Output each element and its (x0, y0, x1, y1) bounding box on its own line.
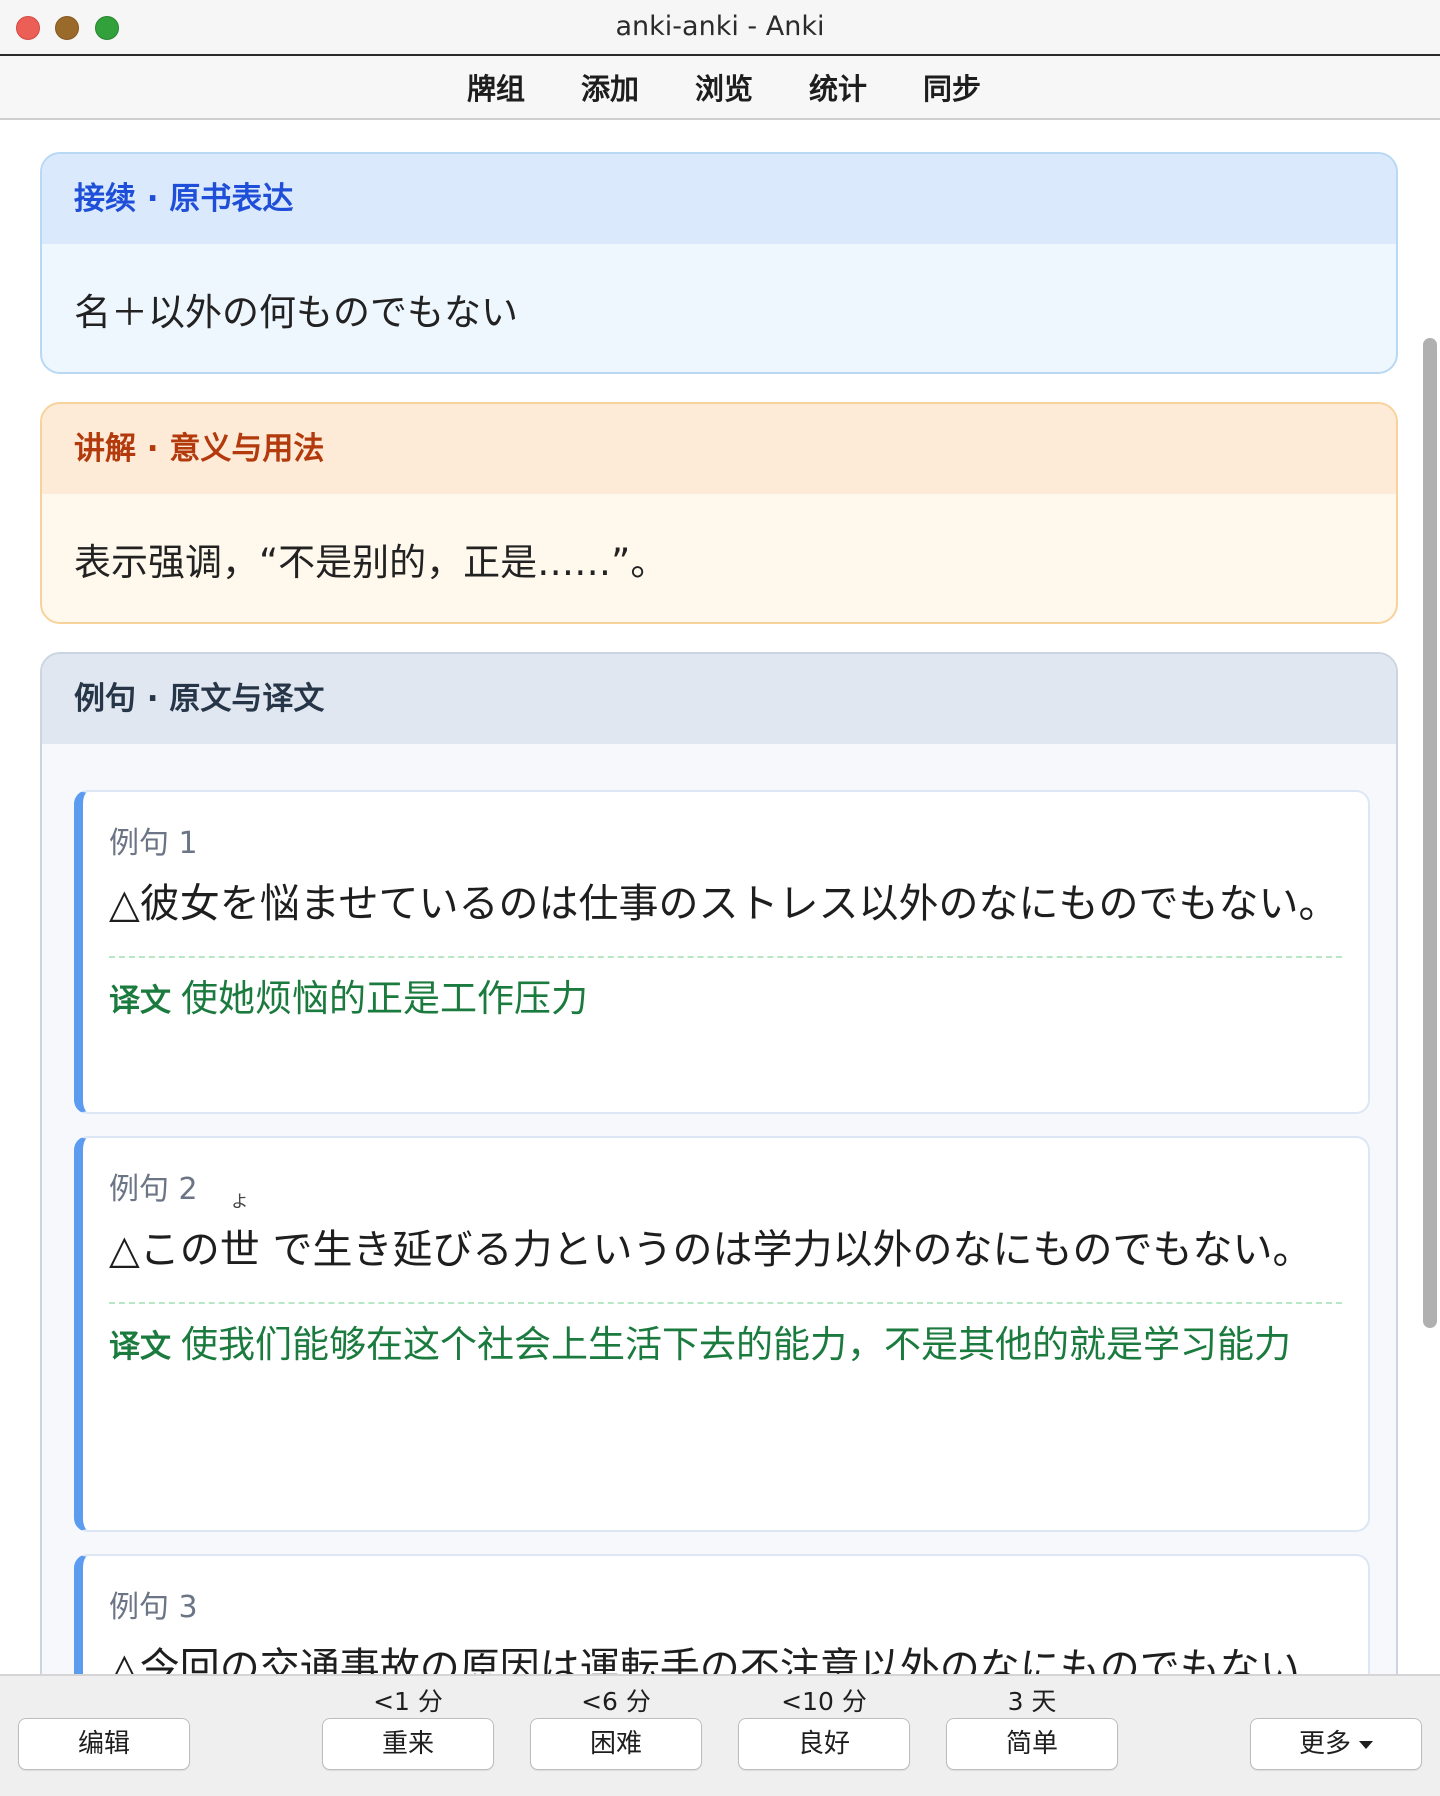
more-button[interactable]: 更多 (1250, 1718, 1422, 1770)
example-divider (109, 956, 1342, 958)
example-japanese-prefix: △この (109, 1227, 220, 1273)
toolbar-sync-link[interactable]: 同步 (923, 66, 981, 108)
explanation-card: 讲解 · 意义与用法 表示强调，“不是别的，正是……”。 (40, 402, 1398, 624)
example-translation: 译文 使我们能够在这个社会上生活下去的能力，不是其他的就是学习能力 (109, 1314, 1342, 1378)
chevron-down-icon (1359, 1740, 1373, 1749)
scrollbar-thumb[interactable] (1423, 338, 1437, 1328)
toolbar-nav: 牌组 添加 浏览 统计 同步 (0, 56, 1440, 118)
again-interval: <1 分 (373, 1687, 443, 1716)
furigana-base: 世 (219, 1227, 260, 1273)
example-item: 例句 2 △このよ世 で生き延びる力というのは学力以外のなにものでもない。 译文… (74, 1136, 1370, 1532)
answer-bar: <1 分 <6 分 <10 分 3 天 编辑 重来 困难 良好 简单 更多 (0, 1674, 1440, 1796)
hard-button[interactable]: 困难 (530, 1718, 702, 1770)
again-button[interactable]: 重来 (322, 1718, 494, 1770)
furigana-reading: よ (231, 1192, 249, 1212)
main-toolbar: 牌组 添加 浏览 统计 同步 (0, 56, 1440, 120)
furigana-word: よ世 (219, 1192, 260, 1286)
example-label: 例句 1 (109, 826, 198, 861)
toolbar-browse-link[interactable]: 浏览 (695, 66, 753, 108)
easy-interval: 3 天 (1007, 1687, 1057, 1716)
example-japanese: △今回の交通事故の原因は運転手の不注意以外のなにものでもない (109, 1645, 1300, 1674)
explanation-card-title: 讲解 · 意义与用法 (42, 404, 1396, 494)
edit-button[interactable]: 编辑 (18, 1718, 190, 1770)
example-label: 例句 2 (109, 1172, 198, 1207)
good-interval: <10 分 (781, 1687, 867, 1716)
example-item: 例句 1 △彼女を悩ませているのは仕事のストレス以外のなにものでもない。 译文使… (74, 790, 1370, 1114)
examples-card-title: 例句 · 原文与译文 (42, 654, 1396, 744)
more-button-label: 更多 (1298, 1729, 1351, 1759)
hard-interval: <6 分 (581, 1687, 651, 1716)
example-item: 例句 3 △今回の交通事故の原因は運転手の不注意以外のなにものでもない (74, 1554, 1370, 1674)
example-japanese: △彼女を悩ませているのは仕事のストレス以外のなにものでもない。 (109, 881, 1339, 927)
toolbar-add-link[interactable]: 添加 (581, 66, 639, 108)
explanation-card-content: 表示强调，“不是别的，正是……”。 (74, 541, 668, 584)
toolbar-stats-link[interactable]: 统计 (809, 66, 867, 108)
connection-card-content: 名＋以外の何ものでもない (74, 291, 518, 334)
example-divider (109, 1302, 1342, 1304)
card-reviewer: 接续 · 原书表达 名＋以外の何ものでもない 讲解 · 意义与用法 表示强调，“… (0, 122, 1420, 1674)
example-japanese: △このよ世 で生き延びる力というのは学力以外のなにものでもない。 (109, 1192, 1342, 1286)
example-label: 例句 3 (109, 1590, 198, 1625)
translation-tag: 译文 (109, 1329, 171, 1365)
content-scrollbar[interactable] (1420, 122, 1440, 1674)
translation-text: 使我们能够在这个社会上生活下去的能力，不是其他的就是学习能力 (181, 1323, 1291, 1366)
example-japanese-suffix: で生き延びる力というのは学力以外のなにものでもない。 (259, 1227, 1313, 1273)
examples-card: 例句 · 原文与译文 例句 1 △彼女を悩ませているのは仕事のストレス以外のなに… (40, 652, 1398, 1674)
translation-tag: 译文 (109, 983, 171, 1019)
easy-button[interactable]: 简单 (946, 1718, 1118, 1770)
window-titlebar: anki-anki - Anki (0, 0, 1440, 56)
connection-card: 接续 · 原书表达 名＋以外の何ものでもない (40, 152, 1398, 374)
toolbar-decks-link[interactable]: 牌组 (467, 66, 525, 108)
example-translation: 译文 使她烦恼的正是工作压力 (109, 968, 1342, 1032)
good-button[interactable]: 良好 (738, 1718, 910, 1770)
translation-text: 使她烦恼的正是工作压力 (181, 977, 588, 1020)
connection-card-title: 接续 · 原书表达 (42, 154, 1396, 244)
window-title: anki-anki - Anki (615, 11, 825, 42)
